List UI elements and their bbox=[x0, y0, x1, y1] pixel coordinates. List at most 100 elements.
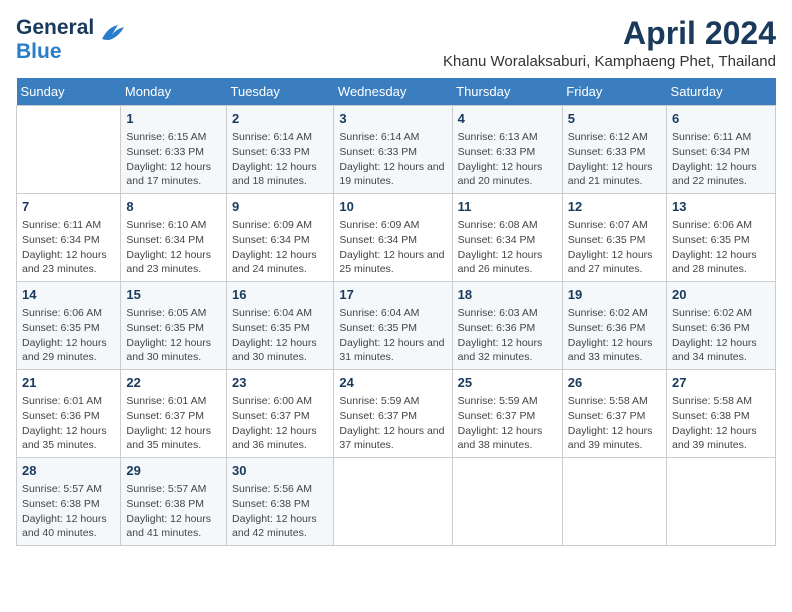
calendar-cell: 9 Sunrise: 6:09 AMSunset: 6:34 PMDaylight… bbox=[227, 194, 334, 282]
cell-info: Sunrise: 6:01 AMSunset: 6:36 PMDaylight:… bbox=[22, 394, 115, 453]
cell-info: Sunrise: 6:04 AMSunset: 6:35 PMDaylight:… bbox=[339, 306, 446, 365]
calendar-cell: 10 Sunrise: 6:09 AMSunset: 6:34 PMDayligh… bbox=[334, 194, 452, 282]
cell-info: Sunrise: 6:13 AMSunset: 6:33 PMDaylight:… bbox=[458, 130, 557, 189]
calendar-cell bbox=[562, 457, 666, 545]
cell-info: Sunrise: 6:01 AMSunset: 6:37 PMDaylight:… bbox=[126, 394, 221, 453]
cell-info: Sunrise: 5:56 AMSunset: 6:38 PMDaylight:… bbox=[232, 482, 328, 541]
weekday-header-monday: Monday bbox=[121, 78, 227, 106]
calendar-cell: 4 Sunrise: 6:13 AMSunset: 6:33 PMDaylight… bbox=[452, 106, 562, 194]
day-number: 14 bbox=[22, 286, 115, 304]
day-number: 22 bbox=[126, 374, 221, 392]
cell-info: Sunrise: 5:59 AMSunset: 6:37 PMDaylight:… bbox=[339, 394, 446, 453]
weekday-header-saturday: Saturday bbox=[667, 78, 776, 106]
calendar-cell bbox=[17, 106, 121, 194]
calendar-cell: 5Sunrise: 6:12 AMSunset: 6:33 PMDaylight… bbox=[562, 106, 666, 194]
day-number: 25 bbox=[458, 374, 557, 392]
calendar-cell: 20 Sunrise: 6:02 AMSunset: 6:36 PMDayligh… bbox=[667, 282, 776, 370]
calendar-body: 1 Sunrise: 6:15 AMSunset: 6:33 PMDaylight… bbox=[17, 106, 776, 546]
day-number: 3 bbox=[339, 110, 446, 128]
cell-info: Sunrise: 5:59 AMSunset: 6:37 PMDaylight:… bbox=[458, 394, 557, 453]
cell-info: Sunrise: 6:08 AMSunset: 6:34 PMDaylight:… bbox=[458, 218, 557, 277]
day-number: 10 bbox=[339, 198, 446, 216]
cell-info: Sunrise: 6:06 AMSunset: 6:35 PMDaylight:… bbox=[672, 218, 770, 277]
calendar-cell bbox=[334, 457, 452, 545]
day-number: 4 bbox=[458, 110, 557, 128]
cell-info: Sunrise: 5:57 AMSunset: 6:38 PMDaylight:… bbox=[22, 482, 115, 541]
calendar-week-4: 21 Sunrise: 6:01 AMSunset: 6:36 PMDayligh… bbox=[17, 370, 776, 458]
calendar-cell: 1 Sunrise: 6:15 AMSunset: 6:33 PMDaylight… bbox=[121, 106, 227, 194]
cell-info: Sunrise: 6:09 AMSunset: 6:34 PMDaylight:… bbox=[339, 218, 446, 277]
calendar-cell: 29 Sunrise: 5:57 AMSunset: 6:38 PMDayligh… bbox=[121, 457, 227, 545]
calendar-cell: 13 Sunrise: 6:06 AMSunset: 6:35 PMDayligh… bbox=[667, 194, 776, 282]
calendar-cell: 24 Sunrise: 5:59 AMSunset: 6:37 PMDayligh… bbox=[334, 370, 452, 458]
calendar-cell: 28 Sunrise: 5:57 AMSunset: 6:38 PMDayligh… bbox=[17, 457, 121, 545]
calendar-week-1: 1 Sunrise: 6:15 AMSunset: 6:33 PMDaylight… bbox=[17, 106, 776, 194]
day-number: 16 bbox=[232, 286, 328, 304]
calendar-week-3: 14 Sunrise: 6:06 AMSunset: 6:35 PMDayligh… bbox=[17, 282, 776, 370]
cell-info: Sunrise: 6:09 AMSunset: 6:34 PMDaylight:… bbox=[232, 218, 328, 277]
cell-info: Sunrise: 6:04 AMSunset: 6:35 PMDaylight:… bbox=[232, 306, 328, 365]
cell-info: Sunrise: 6:15 AMSunset: 6:33 PMDaylight:… bbox=[126, 130, 221, 189]
day-number: 21 bbox=[22, 374, 115, 392]
cell-info: Sunrise: 5:58 AMSunset: 6:38 PMDaylight:… bbox=[672, 394, 770, 453]
calendar-cell: 2Sunrise: 6:14 AMSunset: 6:33 PMDaylight… bbox=[227, 106, 334, 194]
day-number: 18 bbox=[458, 286, 557, 304]
day-number: 20 bbox=[672, 286, 770, 304]
day-number: 8 bbox=[126, 198, 221, 216]
cell-info: Sunrise: 6:11 AMSunset: 6:34 PMDaylight:… bbox=[672, 130, 770, 189]
calendar-cell: 12 Sunrise: 6:07 AMSunset: 6:35 PMDayligh… bbox=[562, 194, 666, 282]
logo-line2: Blue bbox=[16, 40, 94, 64]
calendar-cell: 15 Sunrise: 6:05 AMSunset: 6:35 PMDayligh… bbox=[121, 282, 227, 370]
cell-info: Sunrise: 5:57 AMSunset: 6:38 PMDaylight:… bbox=[126, 482, 221, 541]
calendar-cell: 18Sunrise: 6:03 AMSunset: 6:36 PMDayligh… bbox=[452, 282, 562, 370]
cell-info: Sunrise: 6:00 AMSunset: 6:37 PMDaylight:… bbox=[232, 394, 328, 453]
weekday-header-thursday: Thursday bbox=[452, 78, 562, 106]
day-number: 9 bbox=[232, 198, 328, 216]
cell-info: Sunrise: 6:05 AMSunset: 6:35 PMDaylight:… bbox=[126, 306, 221, 365]
day-number: 26 bbox=[568, 374, 661, 392]
calendar-cell: 27Sunrise: 5:58 AMSunset: 6:38 PMDayligh… bbox=[667, 370, 776, 458]
weekday-header-wednesday: Wednesday bbox=[334, 78, 452, 106]
calendar-cell: 16 Sunrise: 6:04 AMSunset: 6:35 PMDayligh… bbox=[227, 282, 334, 370]
page-header: General Blue April 2024 Khanu Woralaksab… bbox=[16, 16, 776, 70]
location-text: Khanu Woralaksaburi, Kamphaeng Phet, Tha… bbox=[443, 53, 776, 70]
calendar-cell: 14 Sunrise: 6:06 AMSunset: 6:35 PMDayligh… bbox=[17, 282, 121, 370]
day-number: 19 bbox=[568, 286, 661, 304]
cell-info: Sunrise: 6:02 AMSunset: 6:36 PMDaylight:… bbox=[672, 306, 770, 365]
day-number: 1 bbox=[126, 110, 221, 128]
title-section: April 2024 Khanu Woralaksaburi, Kamphaen… bbox=[443, 16, 776, 70]
logo: General Blue bbox=[16, 16, 126, 64]
cell-info: Sunrise: 6:10 AMSunset: 6:34 PMDaylight:… bbox=[126, 218, 221, 277]
calendar-cell: 17Sunrise: 6:04 AMSunset: 6:35 PMDayligh… bbox=[334, 282, 452, 370]
day-number: 23 bbox=[232, 374, 328, 392]
day-number: 12 bbox=[568, 198, 661, 216]
calendar-cell: 6Sunrise: 6:11 AMSunset: 6:34 PMDaylight… bbox=[667, 106, 776, 194]
cell-info: Sunrise: 5:58 AMSunset: 6:37 PMDaylight:… bbox=[568, 394, 661, 453]
calendar-cell: 19 Sunrise: 6:02 AMSunset: 6:36 PMDayligh… bbox=[562, 282, 666, 370]
day-number: 7 bbox=[22, 198, 115, 216]
day-number: 15 bbox=[126, 286, 221, 304]
day-number: 24 bbox=[339, 374, 446, 392]
day-number: 5 bbox=[568, 110, 661, 128]
weekday-header-friday: Friday bbox=[562, 78, 666, 106]
cell-info: Sunrise: 6:07 AMSunset: 6:35 PMDaylight:… bbox=[568, 218, 661, 277]
day-number: 30 bbox=[232, 462, 328, 480]
cell-info: Sunrise: 6:11 AMSunset: 6:34 PMDaylight:… bbox=[22, 218, 115, 277]
day-number: 2 bbox=[232, 110, 328, 128]
calendar-cell: 26 Sunrise: 5:58 AMSunset: 6:37 PMDayligh… bbox=[562, 370, 666, 458]
calendar-table: SundayMondayTuesdayWednesdayThursdayFrid… bbox=[16, 78, 776, 546]
day-number: 29 bbox=[126, 462, 221, 480]
calendar-cell: 3 Sunrise: 6:14 AMSunset: 6:33 PMDaylight… bbox=[334, 106, 452, 194]
calendar-cell bbox=[452, 457, 562, 545]
cell-info: Sunrise: 6:06 AMSunset: 6:35 PMDaylight:… bbox=[22, 306, 115, 365]
day-number: 11 bbox=[458, 198, 557, 216]
day-number: 28 bbox=[22, 462, 115, 480]
day-number: 13 bbox=[672, 198, 770, 216]
cell-info: Sunrise: 6:14 AMSunset: 6:33 PMDaylight:… bbox=[339, 130, 446, 189]
calendar-week-2: 7 Sunrise: 6:11 AMSunset: 6:34 PMDaylight… bbox=[17, 194, 776, 282]
cell-info: Sunrise: 6:02 AMSunset: 6:36 PMDaylight:… bbox=[568, 306, 661, 365]
month-title: April 2024 bbox=[443, 16, 776, 51]
calendar-cell: 11 Sunrise: 6:08 AMSunset: 6:34 PMDayligh… bbox=[452, 194, 562, 282]
logo-line1: General bbox=[16, 16, 94, 40]
calendar-cell: 23 Sunrise: 6:00 AMSunset: 6:37 PMDayligh… bbox=[227, 370, 334, 458]
